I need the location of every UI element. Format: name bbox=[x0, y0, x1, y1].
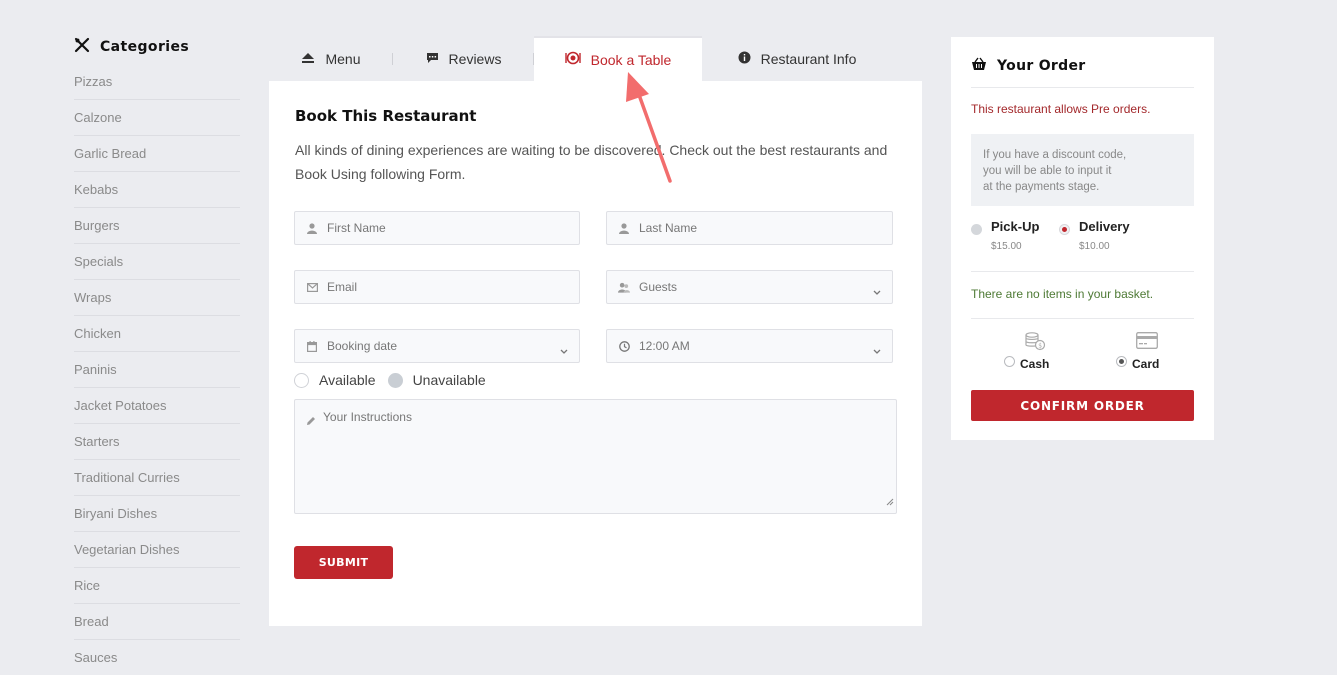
basket-empty-message: There are no items in your basket. bbox=[971, 287, 1154, 301]
time-select[interactable]: 12:00 AM bbox=[606, 329, 893, 363]
divider bbox=[971, 87, 1194, 88]
category-item[interactable]: Traditional Curries bbox=[74, 460, 240, 496]
cash-option[interactable]: $ Cash bbox=[1004, 332, 1084, 372]
email-field[interactable] bbox=[294, 270, 580, 304]
time-value: 12:00 AM bbox=[639, 339, 690, 353]
discount-line: If you have a discount code, bbox=[983, 149, 1127, 161]
pencil-icon bbox=[306, 413, 316, 431]
envelope-icon bbox=[306, 281, 318, 293]
booking-card: Book This Restaurant All kinds of dining… bbox=[269, 81, 922, 626]
category-item[interactable]: Rice bbox=[74, 568, 240, 604]
svg-text:$: $ bbox=[1038, 342, 1042, 349]
tab-menu[interactable]: Menu bbox=[269, 36, 393, 81]
delivery-price: $10.00 bbox=[1079, 241, 1110, 252]
categories-header: Categories bbox=[74, 36, 240, 58]
your-order-card: Your Order This restaurant allows Pre or… bbox=[951, 37, 1214, 440]
first-name-input[interactable] bbox=[327, 221, 537, 235]
category-item[interactable]: Jacket Potatoes bbox=[74, 388, 240, 424]
last-name-input[interactable] bbox=[639, 221, 849, 235]
tab-menu-label: Menu bbox=[325, 50, 361, 67]
unavailable-radio[interactable] bbox=[387, 372, 403, 388]
category-item[interactable]: Pizzas bbox=[74, 64, 240, 100]
category-item[interactable]: Calzone bbox=[74, 100, 240, 136]
category-item[interactable]: Specials bbox=[74, 244, 240, 280]
first-name-field[interactable] bbox=[294, 211, 580, 245]
order-title: Your Order bbox=[997, 58, 1086, 74]
utensils-icon bbox=[74, 37, 90, 58]
user-icon bbox=[306, 222, 318, 234]
eject-icon bbox=[301, 51, 315, 67]
guests-value: Guests bbox=[639, 280, 678, 294]
booking-description: All kinds of dining experiences are wait… bbox=[295, 142, 888, 182]
divider bbox=[971, 318, 1194, 319]
tab-reviews[interactable]: Reviews bbox=[393, 36, 534, 81]
credit-card-icon bbox=[1136, 332, 1158, 354]
pre-orders-notice: This restaurant allows Pre orders. bbox=[971, 102, 1151, 116]
comment-icon bbox=[426, 51, 439, 67]
pickup-label: Pick-Up bbox=[991, 219, 1040, 234]
cash-label: Cash bbox=[1020, 357, 1050, 371]
tab-reviews-label: Reviews bbox=[448, 50, 502, 67]
categories-title: Categories bbox=[100, 39, 190, 55]
order-header: Your Order bbox=[971, 57, 1085, 75]
availability-options: Available Unavailable bbox=[294, 372, 486, 388]
delivery-label: Delivery bbox=[1079, 219, 1130, 234]
calendar-icon bbox=[306, 340, 318, 352]
discount-line: at the payments stage. bbox=[983, 181, 1100, 193]
category-item[interactable]: Burgers bbox=[74, 208, 240, 244]
category-item[interactable]: Chicken bbox=[74, 316, 240, 352]
category-item[interactable]: Biryani Dishes bbox=[74, 496, 240, 532]
cash-radio[interactable] bbox=[1004, 356, 1015, 367]
divider bbox=[971, 271, 1194, 272]
category-item[interactable]: Garlic Bread bbox=[74, 136, 240, 172]
booking-title: Book This Restaurant bbox=[295, 107, 477, 125]
last-name-field[interactable] bbox=[606, 211, 893, 245]
category-item[interactable]: Bread bbox=[74, 604, 240, 640]
pickup-radio[interactable] bbox=[971, 224, 982, 235]
category-item[interactable]: Paninis bbox=[74, 352, 240, 388]
category-item[interactable]: Starters bbox=[74, 424, 240, 460]
delivery-radio[interactable] bbox=[1059, 224, 1070, 235]
chevron-down-icon bbox=[873, 342, 881, 360]
categories-sidebar: Categories Pizzas Calzone Garlic Bread Keba… bbox=[74, 36, 240, 675]
user-icon bbox=[618, 222, 630, 234]
chevron-down-icon bbox=[873, 283, 881, 301]
coins-icon: $ bbox=[1024, 332, 1046, 356]
unavailable-label: Unavailable bbox=[412, 372, 486, 388]
discount-info-box: If you have a discount code, you will be… bbox=[971, 134, 1194, 206]
instructions-field[interactable] bbox=[294, 399, 897, 514]
guests-select[interactable]: Guests bbox=[606, 270, 893, 304]
category-list: Pizzas Calzone Garlic Bread Kebabs Burgers Sp… bbox=[74, 64, 240, 675]
email-input[interactable] bbox=[327, 280, 537, 294]
booking-date-value: Booking date bbox=[327, 339, 398, 353]
tab-book-label: Book a Table bbox=[590, 51, 672, 68]
booking-date-field[interactable]: Booking date bbox=[294, 329, 580, 363]
restaurant-tabs: Menu Reviews Book a Table Restaurant Inf… bbox=[269, 36, 922, 81]
tab-restaurant-info[interactable]: Restaurant Info bbox=[702, 36, 892, 81]
clock-icon bbox=[618, 340, 630, 352]
basket-icon bbox=[971, 57, 987, 75]
info-icon bbox=[738, 51, 751, 67]
card-radio[interactable] bbox=[1116, 356, 1127, 367]
chevron-down-icon bbox=[560, 342, 568, 360]
available-radio[interactable] bbox=[294, 372, 309, 388]
tab-info-label: Restaurant Info bbox=[760, 50, 857, 67]
card-label: Card bbox=[1132, 357, 1160, 371]
discount-line: you will be able to input it bbox=[983, 165, 1112, 177]
category-item[interactable]: Vegetarian Dishes bbox=[74, 532, 240, 568]
resize-grip-icon[interactable] bbox=[886, 493, 894, 511]
instructions-input[interactable] bbox=[323, 410, 883, 505]
card-option[interactable]: Card bbox=[1116, 332, 1196, 372]
users-icon bbox=[618, 281, 630, 293]
category-item[interactable]: Kebabs bbox=[74, 172, 240, 208]
pickup-price: $15.00 bbox=[991, 241, 1022, 252]
plate-icon bbox=[564, 51, 581, 68]
confirm-order-button[interactable]: CONFIRM ORDER bbox=[971, 390, 1194, 421]
submit-button[interactable]: SUBMIT bbox=[294, 546, 393, 579]
category-item[interactable]: Sauces bbox=[74, 640, 240, 675]
category-item[interactable]: Wraps bbox=[74, 280, 240, 316]
tab-book-a-table[interactable]: Book a Table bbox=[534, 36, 702, 81]
available-label: Available bbox=[319, 372, 376, 388]
